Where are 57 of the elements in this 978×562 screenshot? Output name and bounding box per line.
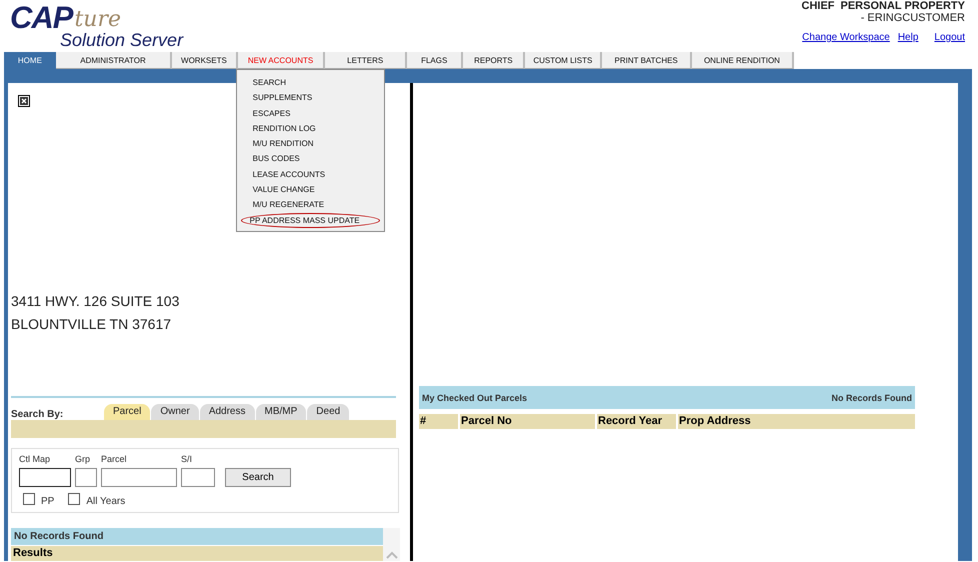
nav-tab[interactable]: PRINT BATCHES <box>602 52 692 69</box>
menu-item[interactable]: BUS CODES <box>240 151 380 167</box>
search-button[interactable]: Search <box>225 468 291 486</box>
records-status: No Records Found <box>832 392 912 402</box>
nav-tab[interactable]: ADMINISTRATOR <box>56 52 172 69</box>
menu-item[interactable]: RENDITION LOG <box>240 120 380 136</box>
input-field[interactable] <box>19 468 71 486</box>
address-line: BLOUNTVILLE TN 37617 <box>11 315 172 334</box>
search-tab[interactable]: Deed <box>307 404 350 420</box>
logo-script-text: ture <box>74 9 121 31</box>
user-name: - ERINGCUSTOMER <box>860 12 965 24</box>
menu-item[interactable]: LEASE ACCOUNTS <box>240 166 380 182</box>
address-line: 3411 HWY. 126 SUITE 103 <box>11 292 180 311</box>
input-field[interactable] <box>75 468 97 486</box>
column-header: Record Year <box>597 414 676 429</box>
nav-tab[interactable]: REPORTS <box>463 52 526 69</box>
header-link[interactable]: Logout <box>934 32 965 43</box>
nav-tab[interactable]: CUSTOM LISTS <box>525 52 602 69</box>
office-name: PERSONAL PROPERTY <box>840 0 965 12</box>
menu-item[interactable]: M/U RENDITION <box>240 136 380 152</box>
search-tab[interactable]: MB/MP <box>256 404 306 420</box>
search-tab[interactable]: Owner <box>151 404 199 420</box>
nav-tab[interactable]: ONLINE RENDITION <box>692 52 794 69</box>
nav-tab[interactable]: WORKSETS <box>172 52 238 69</box>
menu-item[interactable]: PP ADDRESS MASS UPDATE <box>240 212 380 228</box>
column-header: Prop Address <box>678 414 915 429</box>
column-header: # <box>419 414 458 429</box>
menu-item[interactable]: SUPPLEMENTS <box>240 90 380 106</box>
header-link[interactable]: Help <box>898 32 918 43</box>
field-label: Grp <box>75 454 92 464</box>
user-role: CHIEF <box>802 0 834 12</box>
field-label: Parcel <box>101 454 128 464</box>
search-by-label: Search By: <box>11 408 64 420</box>
nav-tab[interactable]: LETTERS <box>325 52 407 69</box>
logo-text: CAP <box>10 5 72 31</box>
input-field[interactable] <box>101 468 177 486</box>
column-header: Parcel No <box>460 414 595 429</box>
results-header: Results <box>11 546 383 561</box>
records-status: No Records Found <box>11 528 383 545</box>
menu-item[interactable]: M/U REGENERATE <box>240 197 380 213</box>
logo-subtitle: Solution Server <box>60 31 185 49</box>
header-link[interactable]: Change Workspace <box>802 32 890 43</box>
checkbox[interactable] <box>23 493 35 505</box>
checkbox-label: PP <box>41 496 54 506</box>
field-label: Ctl Map <box>19 454 52 464</box>
menu-item[interactable]: VALUE CHANGE <box>240 182 380 198</box>
checkbox-label: All Years <box>86 496 126 506</box>
nav-tab[interactable]: FLAGS <box>406 52 464 69</box>
close-icon[interactable] <box>18 95 30 107</box>
menu-item[interactable]: SEARCH <box>240 75 380 90</box>
menu-item[interactable]: ESCAPES <box>240 106 380 121</box>
search-tab[interactable]: Parcel <box>104 404 150 420</box>
search-tab[interactable]: Address <box>200 404 254 420</box>
panel-title: My Checked Out Parcels <box>422 392 528 402</box>
field-label: S/I <box>181 454 194 464</box>
checkbox[interactable] <box>68 493 80 505</box>
input-field[interactable] <box>181 468 215 486</box>
